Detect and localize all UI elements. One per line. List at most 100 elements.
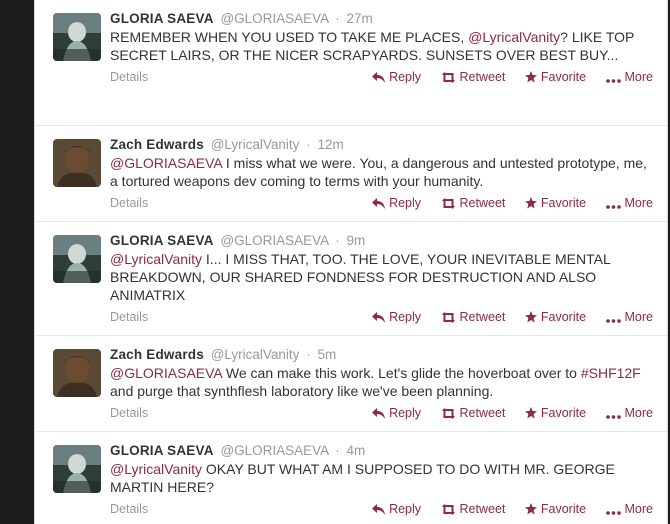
timestamp[interactable]: 12m (317, 137, 343, 152)
favorite-button[interactable]: Favorite (524, 70, 587, 84)
retweet-label: Retweet (459, 196, 506, 210)
tweet-text-part: and purge that synthflesh laboratory lik… (110, 383, 494, 399)
tweet-actions: Reply Retweet Favorite More (356, 70, 653, 84)
reply-label: Reply (389, 502, 422, 516)
tweet-text: @LyricalVanity OKAY BUT WHAT AM I SUPPOS… (110, 460, 653, 496)
retweet-button[interactable]: Retweet (441, 310, 505, 324)
retweet-icon (441, 408, 455, 419)
mention-link[interactable]: @LyricalVanity (110, 251, 202, 267)
author-name[interactable]: Zach Edwards (110, 137, 204, 152)
avatar-zach[interactable] (53, 349, 101, 397)
tweet-actions: Reply Retweet Favorite More (356, 406, 653, 420)
details-link[interactable]: Details (110, 310, 148, 324)
separator-dot: · (335, 233, 340, 248)
avatar-gloria[interactable] (53, 445, 101, 493)
author-name[interactable]: Zach Edwards (110, 347, 204, 362)
details-link[interactable]: Details (110, 502, 148, 516)
favorite-label: Favorite (540, 310, 587, 324)
more-button[interactable]: More (605, 502, 653, 516)
mention-link[interactable]: @GLORIASAEVA (110, 365, 222, 381)
more-label: More (624, 70, 653, 84)
more-dots-icon (605, 319, 621, 323)
favorite-label: Favorite (540, 70, 587, 84)
mention-link[interactable]: @LyricalVanity (110, 461, 202, 477)
more-button[interactable]: More (605, 196, 653, 210)
timestamp[interactable]: 4m (346, 443, 365, 458)
author-name[interactable]: GLORIA SAEVA (110, 233, 214, 248)
reply-button[interactable]: Reply (372, 196, 421, 210)
mention-link[interactable]: @GLORIASAEVA (110, 155, 222, 171)
favorite-button[interactable]: Favorite (524, 406, 587, 420)
reply-label: Reply (389, 70, 422, 84)
timestamp[interactable]: 27m (346, 11, 372, 26)
author-name[interactable]: GLORIA SAEVA (110, 11, 214, 26)
details-link[interactable]: Details (110, 406, 148, 420)
more-dots-icon (605, 415, 621, 419)
more-button[interactable]: More (605, 310, 653, 324)
retweet-label: Retweet (459, 406, 506, 420)
details-link[interactable]: Details (110, 70, 148, 84)
tweet-text: @GLORIASAEVA We can make this work. Let'… (110, 364, 653, 400)
tweet: Zach Edwards @LyricalVanity · 12m @GLORI… (35, 126, 667, 222)
star-icon (524, 311, 537, 323)
tweet: GLORIA SAEVA @GLORIASAEVA · 9m @LyricalV… (35, 222, 667, 336)
more-button[interactable]: More (605, 406, 653, 420)
more-label: More (624, 310, 653, 324)
avatar-gloria[interactable] (53, 235, 101, 283)
details-link[interactable]: Details (110, 196, 148, 210)
retweet-button[interactable]: Retweet (441, 196, 506, 210)
separator-dot: · (335, 443, 340, 458)
star-icon (524, 71, 537, 83)
retweet-button[interactable]: Retweet (441, 502, 506, 516)
mention-link[interactable]: @LyricalVanity (468, 29, 560, 45)
tweet-text: REMEMBER WHEN YOU USED TO TAKE ME PLACES… (110, 28, 653, 64)
retweet-label: Retweet (459, 70, 506, 84)
reply-button[interactable]: Reply (372, 502, 421, 516)
tweet-footer: Details Reply Retweet Favorite More (110, 404, 653, 426)
favorite-button[interactable]: Favorite (524, 196, 587, 210)
tweet-text: @GLORIASAEVA I miss what we were. You, a… (110, 154, 653, 190)
retweet-button[interactable]: Retweet (441, 406, 506, 420)
more-dots-icon (605, 511, 621, 515)
favorite-button[interactable]: Favorite (524, 502, 587, 516)
tweet: GLORIA SAEVA @GLORIASAEVA · 4m @LyricalV… (35, 432, 667, 524)
retweet-icon (441, 312, 455, 323)
hashtag-link[interactable]: #SHF12F (581, 365, 641, 381)
author-handle[interactable]: @GLORIASAEVA (220, 233, 328, 248)
author-handle[interactable]: @LyricalVanity (211, 137, 300, 152)
avatar-gloria[interactable] (53, 13, 101, 61)
timestamp[interactable]: 5m (317, 347, 336, 362)
tweet-actions: Reply Retweet Favorite More (356, 502, 653, 516)
tweet-footer: Details Reply Retweet Favorite More (110, 500, 653, 522)
reply-button[interactable]: Reply (372, 70, 421, 84)
author-handle[interactable]: @LyricalVanity (211, 347, 300, 362)
reply-label: Reply (389, 406, 422, 420)
reply-icon (372, 72, 386, 83)
favorite-label: Favorite (540, 196, 587, 210)
favorite-label: Favorite (540, 502, 587, 516)
reply-icon (372, 504, 386, 515)
author-handle[interactable]: @GLORIASAEVA (220, 11, 328, 26)
favorite-label: Favorite (540, 406, 587, 420)
reply-button[interactable]: Reply (372, 310, 421, 324)
star-icon (524, 197, 537, 209)
more-label: More (624, 196, 653, 210)
timestamp[interactable]: 9m (346, 233, 365, 248)
author-handle[interactable]: @GLORIASAEVA (220, 443, 328, 458)
star-icon (524, 407, 537, 419)
retweet-icon (441, 504, 455, 515)
author-name[interactable]: GLORIA SAEVA (110, 443, 214, 458)
reply-button[interactable]: Reply (372, 406, 421, 420)
avatar-zach[interactable] (53, 139, 101, 187)
reply-icon (372, 312, 386, 323)
retweet-label: Retweet (459, 502, 506, 516)
tweet-text-part: REMEMBER WHEN YOU USED TO TAKE ME PLACES… (110, 29, 469, 45)
more-button[interactable]: More (605, 70, 653, 84)
reply-label: Reply (389, 310, 422, 324)
tweet-footer: Details Reply Retweet Favorite More (110, 68, 653, 90)
favorite-button[interactable]: Favorite (524, 310, 587, 324)
retweet-icon (441, 198, 455, 209)
retweet-button[interactable]: Retweet (441, 70, 506, 84)
more-dots-icon (605, 79, 621, 83)
tweet: GLORIA SAEVA @GLORIASAEVA · 27m REMEMBER… (35, 0, 667, 126)
